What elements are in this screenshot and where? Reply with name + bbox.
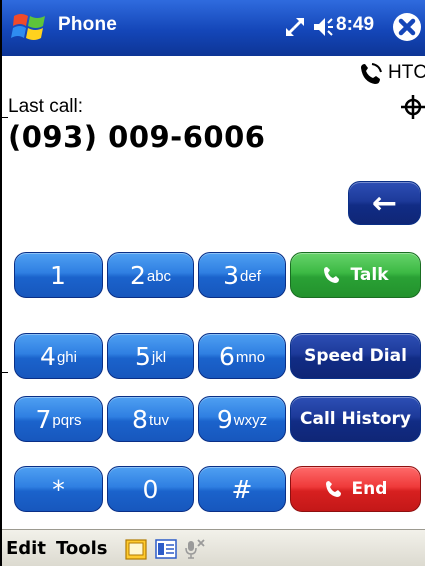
key-3[interactable]: 3 def [198,252,286,298]
key-1[interactable]: 1 [14,252,103,298]
close-button[interactable] [393,13,421,41]
menu-bar: Edit Tools [0,529,425,566]
key-digit: # [231,474,253,504]
key-digit: 6 [218,341,235,371]
key-letters: abc [146,267,172,285]
talk-label: Talk [350,265,389,285]
key-digit: 4 [40,341,56,371]
windows-flag-icon[interactable] [10,10,50,44]
end-button[interactable]: End [290,466,421,512]
key-letters: tuv [148,411,169,429]
last-call-number[interactable]: (093) 009-6006 [8,120,265,154]
end-label: End [351,479,388,499]
key-digit: * [52,474,65,504]
key-digit: 9 [216,404,233,434]
microphone-muted-icon[interactable] [182,537,206,561]
key-letters: mno [235,348,266,366]
clock[interactable]: 8:49 [336,14,374,36]
key-digit: 7 [35,404,52,434]
key-digit: 1 [50,260,66,290]
key-0[interactable]: 0 [107,466,194,512]
key-digit: 2 [129,260,146,290]
key-letters: pqrs [52,411,82,429]
phone-handset-icon [325,481,341,497]
backspace-icon: ← [371,185,398,221]
key-letters: def [240,267,261,285]
phone-handset-icon [324,267,340,283]
key-letters: jkl [151,348,167,366]
key-6[interactable]: 6 mno [198,333,286,379]
close-icon [398,18,416,36]
phone-screen: Phone 8:49 HTC Last call: (093) 009-6006… [0,0,425,566]
key-7[interactable]: 7 pqrs [14,396,103,442]
key-5[interactable]: 5 jkl [107,333,194,379]
key-letters: wxyz [233,411,268,429]
key-digit: 3 [223,260,240,290]
signal-target-icon [401,95,425,119]
key-hash[interactable]: # [198,466,286,512]
menu-tools[interactable]: Tools [56,538,108,559]
menu-edit[interactable]: Edit [6,538,46,559]
key-digit: 5 [134,341,151,371]
backspace-button[interactable]: ← [348,181,421,225]
folder-icon[interactable] [124,537,148,561]
phone-signal-icon [361,63,382,84]
input-panel-icon[interactable] [154,537,178,561]
carrier-name: HTC [388,62,425,83]
talk-button[interactable]: Talk [290,252,421,298]
app-title: Phone [58,14,118,35]
key-letters: ghi [56,348,77,366]
connectivity-arrows-icon[interactable] [284,16,306,38]
speed-dial-button[interactable]: Speed Dial [290,333,421,379]
key-8[interactable]: 8 tuv [107,396,194,442]
speed-dial-label: Speed Dial [304,346,407,366]
speaker-icon[interactable] [312,15,334,39]
call-history-label: Call History [300,409,411,429]
key-digit: 0 [142,474,159,504]
frame-edge [0,0,2,566]
key-4[interactable]: 4 ghi [14,333,103,379]
call-history-button[interactable]: Call History [290,396,421,442]
key-2[interactable]: 2 abc [107,252,194,298]
key-9[interactable]: 9 wxyz [198,396,286,442]
last-call-label: Last call: [8,96,83,117]
title-bar: Phone 8:49 [0,0,425,56]
key-star[interactable]: * [14,466,103,512]
key-digit: 8 [132,404,148,434]
